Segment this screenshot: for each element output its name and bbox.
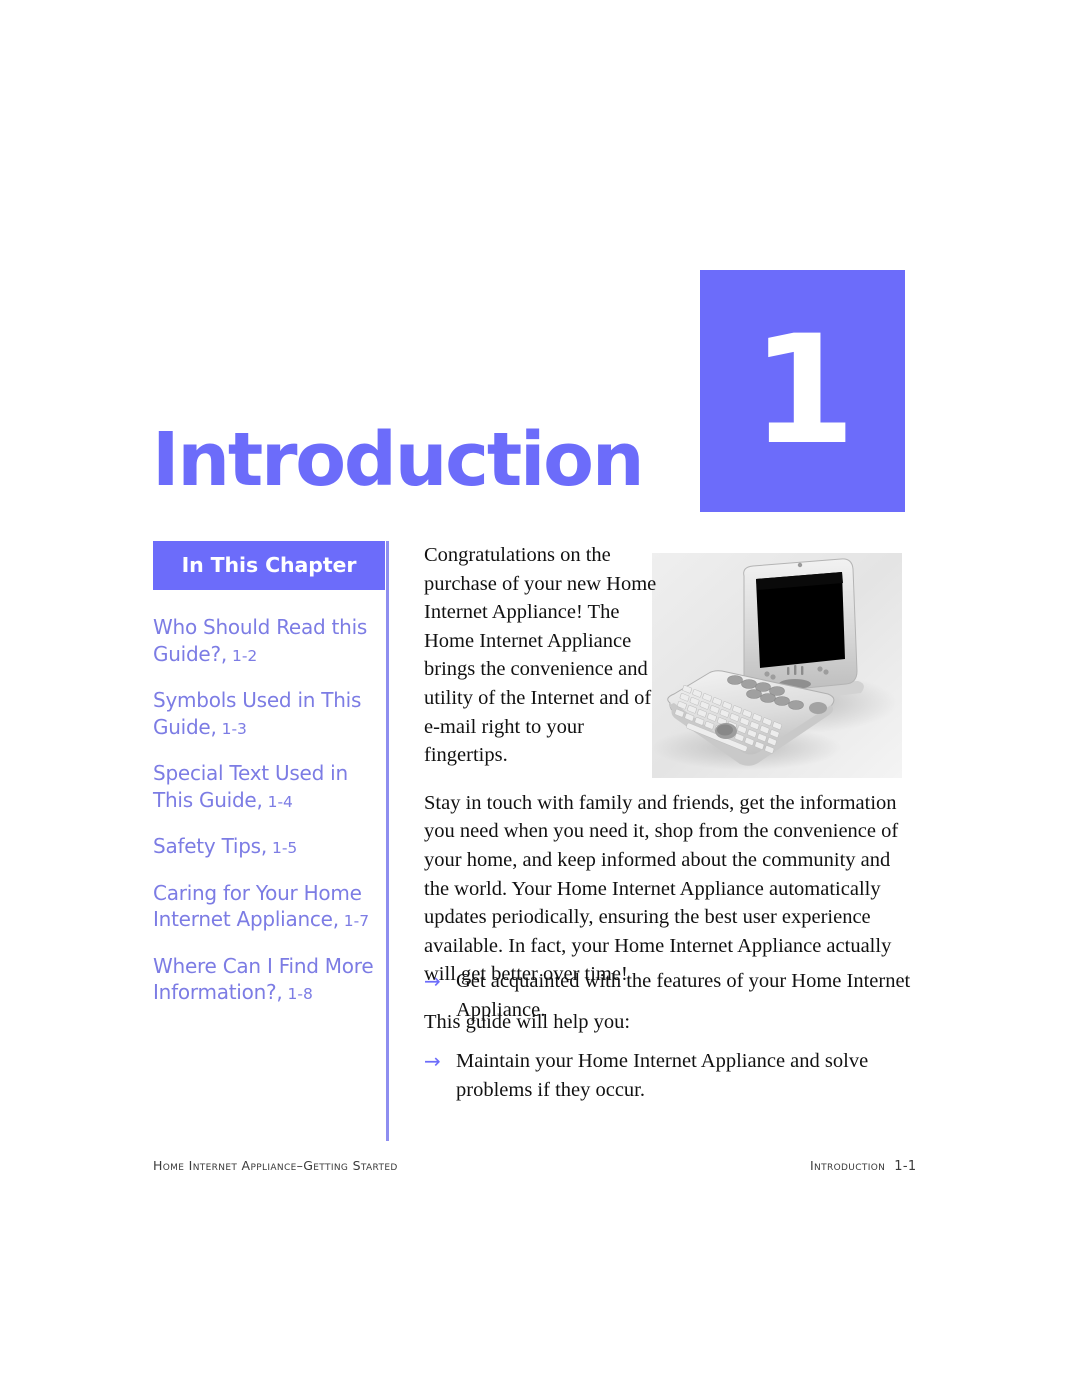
in-this-chapter-sidebar: In This Chapter Who Should Read this Gui… xyxy=(153,541,385,1026)
sidebar-item-page: 1-8 xyxy=(287,985,313,1003)
sidebar-item-label: Who Should Read this Guide?, xyxy=(153,615,368,666)
sidebar-item-label: Symbols Used in This Guide, xyxy=(153,688,362,739)
list-item-text: Get acquainted with the features of your… xyxy=(456,970,911,1021)
footer-document-title: Home Internet Appliance–Getting Started xyxy=(153,1158,398,1173)
sidebar-item-safety-tips[interactable]: Safety Tips, 1-5 xyxy=(153,833,385,862)
sidebar-item-page: 1-2 xyxy=(231,646,258,665)
footer-chapter-label: Introduction xyxy=(810,1158,886,1173)
sidebar-item-label: Safety Tips, xyxy=(153,834,267,858)
sidebar-item-label: Where Can I Find More Information?, xyxy=(153,953,374,1005)
sidebar-header: In This Chapter xyxy=(153,541,385,590)
list-item: → Maintain your Home Internet Appliance … xyxy=(424,1047,924,1104)
list-item: → Get acquainted with the features of yo… xyxy=(424,967,924,1024)
sidebar-item-label: Caring for Your Home Internet Appliance, xyxy=(153,880,362,932)
sidebar-item-who-should-read[interactable]: Who Should Read this Guide?, 1-2 xyxy=(153,614,385,669)
footer-page-number: 1-1 xyxy=(894,1159,917,1174)
sidebar-toc-list: Who Should Read this Guide?, 1-2 Symbols … xyxy=(153,614,385,1008)
document-page: 1 Introduction In This Chapter Who Shoul… xyxy=(0,0,1080,1397)
photo-text-wrap-spacer xyxy=(664,541,914,781)
sidebar-item-symbols-used[interactable]: Symbols Used in This Guide, 1-3 xyxy=(153,687,385,742)
sidebar-item-page: 1-5 xyxy=(271,839,298,857)
help-list: → Get acquainted with the features of yo… xyxy=(424,967,924,1127)
sidebar-item-page: 1-3 xyxy=(221,719,247,738)
sidebar-item-page: 1-4 xyxy=(267,792,293,811)
footer-chapter-page: Introduction 1-1 xyxy=(810,1158,917,1174)
chapter-number-banner: 1 xyxy=(700,270,905,512)
sidebar-item-caring-for-appliance[interactable]: Caring for Your Home Internet Appliance,… xyxy=(153,880,385,935)
sidebar-item-label: Special Text Used in This Guide, xyxy=(153,761,348,812)
sidebar-item-page: 1-7 xyxy=(343,912,370,930)
chapter-number: 1 xyxy=(751,304,855,478)
page-title: Introduction xyxy=(152,417,645,503)
column-divider xyxy=(386,541,389,1141)
sidebar-item-special-text[interactable]: Special Text Used in This Guide, 1-4 xyxy=(153,760,385,815)
body-paragraph-2: Stay in touch with family and friends, g… xyxy=(424,791,899,986)
arrow-right-icon: → xyxy=(424,969,441,993)
list-item-text: Maintain your Home Internet Appliance an… xyxy=(456,1050,869,1101)
sidebar-item-more-information[interactable]: Where Can I Find More Information?, 1-8 xyxy=(153,953,385,1008)
arrow-right-icon: → xyxy=(424,1049,441,1074)
